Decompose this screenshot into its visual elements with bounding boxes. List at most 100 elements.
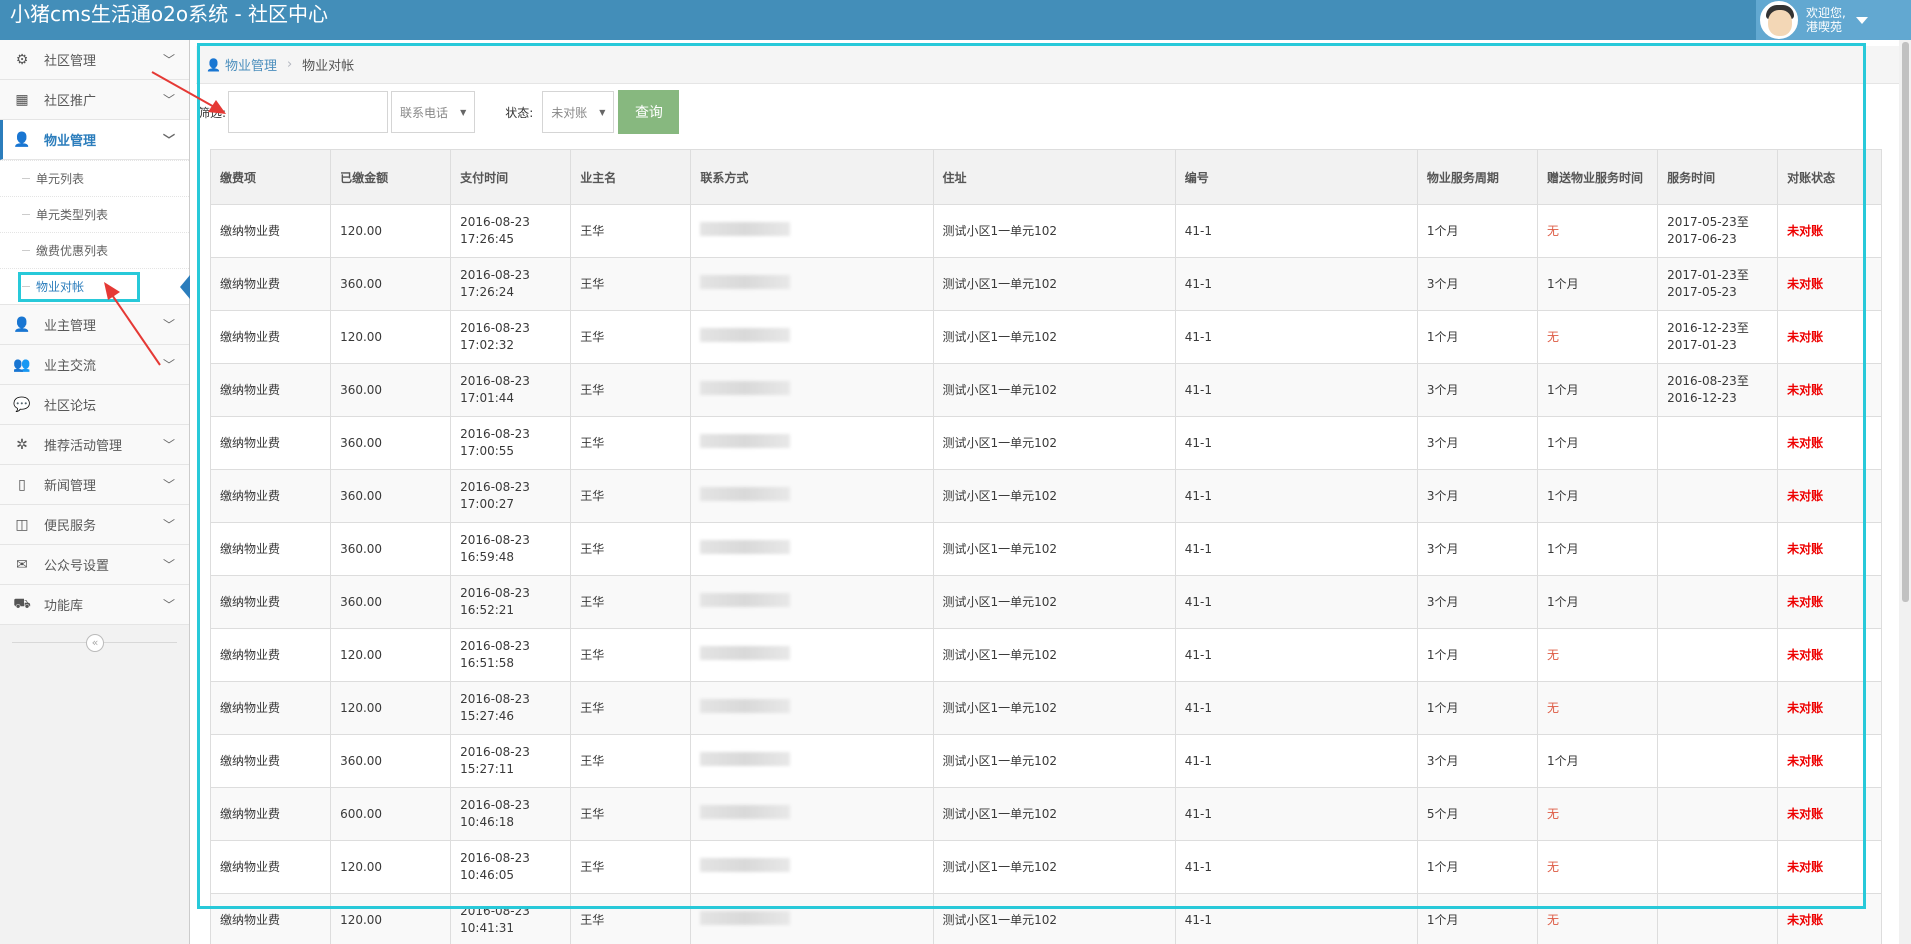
- sidebar-item-label: 物业管理: [44, 134, 97, 149]
- bonus-service: 1个月: [1547, 382, 1579, 397]
- chevron-down-icon: ﹀: [163, 478, 176, 492]
- caret-down-icon[interactable]: [1855, 16, 1868, 24]
- owner-name: 王华: [580, 276, 605, 291]
- sidebar-item[interactable]: 👤 业主管理 ﹀: [0, 305, 189, 345]
- submenu-item[interactable]: 单元类型列表: [0, 196, 189, 232]
- service-period: 3个月: [1426, 435, 1459, 450]
- pay-time: 16:59:48: [460, 550, 515, 564]
- breadcrumb-link-parent[interactable]: 物业管理: [225, 55, 277, 74]
- pay-date: 2016-08-23: [460, 427, 530, 441]
- column-header: 缴费项: [209, 149, 332, 205]
- unit-number: 41-1: [1184, 276, 1212, 291]
- table-row: 缴纳物业费 360.00 2016-08-23 16:59:48 王华 测试小区1一单元1…: [209, 522, 1882, 576]
- submenu-item[interactable]: 物业对帐: [0, 268, 190, 304]
- address: 测试小区1一单元102: [942, 435, 1058, 450]
- active-indicator-icon: [180, 275, 190, 299]
- fee-item: 缴纳物业费: [220, 647, 281, 662]
- bonus-service: 无: [1547, 806, 1560, 821]
- owner-name: 王华: [580, 700, 605, 715]
- user-menu[interactable]: 欢迎您, 港喫苑: [1756, 0, 1911, 40]
- user-icon: 👤: [13, 316, 31, 333]
- owner-name: 王华: [580, 647, 605, 662]
- contact-redacted: [700, 327, 791, 342]
- top-navbar: 小猪cms生活通o2o系统 - 社区中心 欢迎您, 港喫苑: [0, 0, 1911, 40]
- unit-number: 41-1: [1184, 859, 1212, 874]
- chevron-down-icon: ﹀: [163, 518, 176, 532]
- collapse-icon[interactable]: «: [86, 634, 104, 652]
- address: 测试小区1一单元102: [942, 223, 1058, 238]
- query-button[interactable]: 查询: [618, 90, 680, 134]
- column-header: 业主名: [570, 149, 692, 205]
- unit-number: 41-1: [1184, 382, 1212, 397]
- sidebar-item[interactable]: 👥 业主交流 ﹀: [0, 345, 189, 385]
- sidebar-item[interactable]: ✲ 推荐活动管理 ﹀: [0, 425, 189, 465]
- submenu-item[interactable]: 缴费优惠列表: [0, 232, 189, 268]
- paid-amount: 120.00: [340, 647, 383, 662]
- field-select[interactable]: 联系电话 ▼: [391, 91, 476, 133]
- status-badge: 未对账: [1787, 700, 1824, 715]
- bonus-service: 无: [1547, 223, 1560, 238]
- sidebar-item[interactable]: ▦ 社区推广 ﹀: [0, 80, 189, 120]
- table-row: 缴纳物业费 360.00 2016-08-23 17:26:24 王华 测试小区1一单元1…: [209, 257, 1882, 311]
- submenu: 单元列表 单元类型列表 缴费优惠列表 物业对帐: [0, 160, 190, 305]
- service-end: 2016-12-23: [1667, 391, 1737, 405]
- status-badge: 未对账: [1787, 488, 1824, 503]
- sidebar-collapse: «: [0, 625, 189, 661]
- owner-name: 王华: [580, 541, 605, 556]
- sidebar-item[interactable]: 👤 物业管理 ﹀: [0, 120, 189, 160]
- pay-time: 16:52:21: [460, 603, 515, 617]
- column-header: 已缴金额: [330, 149, 452, 205]
- contact-redacted: [700, 592, 791, 607]
- sidebar-item[interactable]: ✉ 公众号设置 ﹀: [0, 545, 189, 585]
- column-header: 赠送物业服务时间: [1536, 149, 1659, 205]
- owner-name: 王华: [580, 806, 605, 821]
- service-period: 3个月: [1426, 276, 1459, 291]
- fee-item: 缴纳物业费: [220, 753, 281, 768]
- pay-date: 2016-08-23: [460, 480, 530, 494]
- pay-time: 17:02:32: [460, 338, 515, 352]
- unit-number: 41-1: [1184, 700, 1212, 715]
- pay-time: 10:41:31: [460, 921, 515, 935]
- breadcrumb: 👤 物业管理 › 物业对帐: [196, 46, 1911, 84]
- chevron-down-icon: ﹀: [163, 558, 176, 572]
- chevron-down-icon: ﹀: [163, 133, 176, 147]
- sidebar-item-label: 新闻管理: [44, 479, 97, 494]
- search-input[interactable]: [228, 91, 389, 133]
- fee-item: 缴纳物业费: [220, 700, 281, 715]
- unit-number: 41-1: [1184, 223, 1212, 238]
- pay-time: 10:46:05: [460, 868, 515, 882]
- bonus-service: 1个月: [1547, 541, 1579, 556]
- unit-number: 41-1: [1184, 488, 1212, 503]
- column-header: 住址: [932, 149, 1176, 205]
- dropdown-triangle-icon: ▼: [599, 107, 606, 117]
- sidebar-item[interactable]: ⛟ 功能库 ﹀: [0, 585, 189, 625]
- address: 测试小区1一单元102: [942, 594, 1058, 609]
- fee-item: 缴纳物业费: [220, 806, 281, 821]
- submenu-item[interactable]: 单元列表: [0, 160, 189, 196]
- welcome-text: 欢迎您, 港喫苑: [1806, 6, 1846, 34]
- service-period: 3个月: [1426, 382, 1459, 397]
- sidebar-item[interactable]: 💬 社区论坛: [0, 385, 189, 425]
- paid-amount: 360.00: [340, 488, 383, 503]
- fee-item: 缴纳物业费: [220, 382, 281, 397]
- scrollbar-thumb[interactable]: [1902, 42, 1909, 602]
- bonus-service: 1个月: [1547, 276, 1579, 291]
- wechat-icon: ✉: [16, 556, 28, 573]
- sidebar-item[interactable]: ⚙ 社区管理 ﹀: [0, 40, 189, 80]
- state-select-value: 未对账: [551, 105, 588, 120]
- pay-date: 2016-08-23: [460, 639, 530, 653]
- state-select[interactable]: 未对账 ▼: [542, 91, 615, 133]
- status-badge: 未对账: [1787, 329, 1824, 344]
- service-start: 2016-08-23至: [1667, 374, 1749, 388]
- paid-amount: 360.00: [340, 753, 383, 768]
- pay-date: 2016-08-23: [460, 745, 530, 759]
- sidebar-item[interactable]: ▯ 新闻管理 ﹀: [0, 465, 189, 505]
- sidebar-item-label: 业主管理: [44, 319, 97, 334]
- sidebar-item[interactable]: ◫ 便民服务 ﹀: [0, 505, 189, 545]
- address: 测试小区1一单元102: [942, 806, 1058, 821]
- contact-redacted: [700, 433, 791, 448]
- unit-number: 41-1: [1184, 594, 1212, 609]
- scrollbar[interactable]: [1899, 40, 1911, 944]
- avatar[interactable]: [1760, 1, 1798, 39]
- table-row: 缴纳物业费 120.00 2016-08-23 15:27:46 王华 测试小区1一单元1…: [209, 681, 1882, 735]
